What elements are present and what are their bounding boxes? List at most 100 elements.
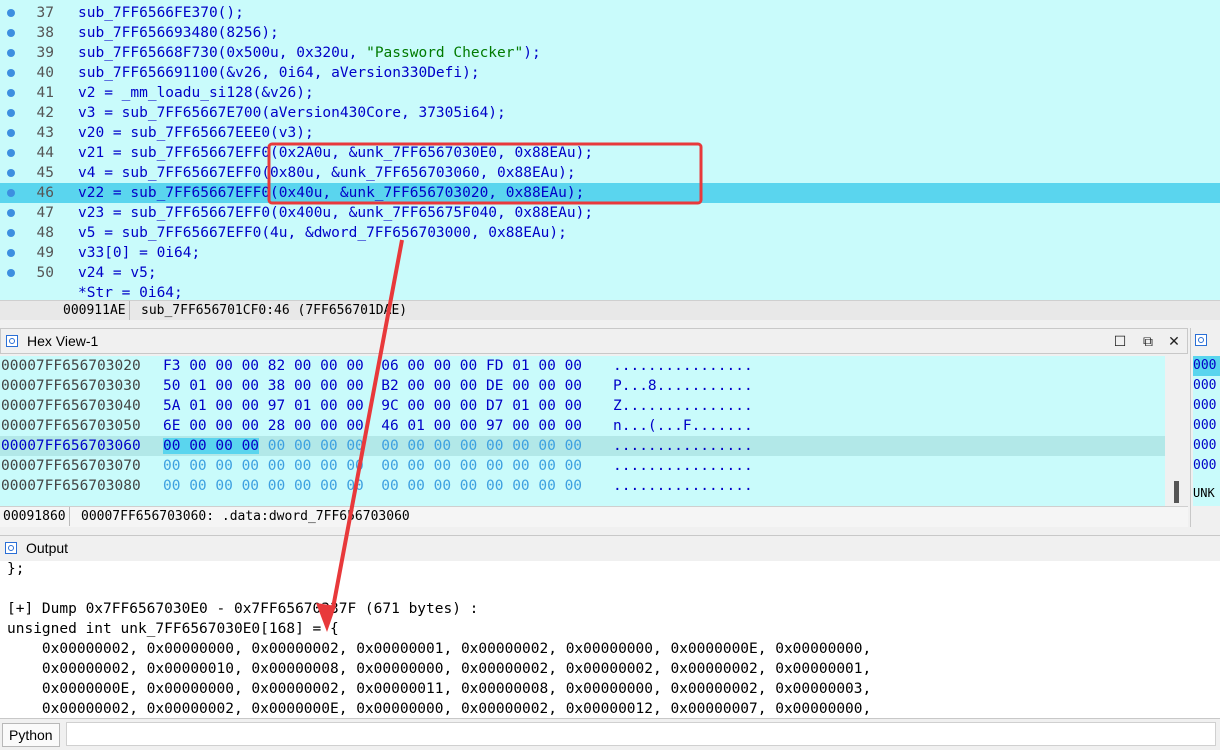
line-number: 42 [36, 105, 54, 121]
breakpoint-dot-icon[interactable] [7, 29, 15, 37]
side-pane-footer: UNK [1193, 486, 1215, 500]
output-tab[interactable]: Output [0, 535, 1220, 562]
line-number: 45 [36, 165, 54, 181]
selected-bytes[interactable]: 00 00 00 00 [163, 438, 260, 454]
code-line[interactable]: 49 v33[0] = 0i64; [0, 243, 1220, 263]
scrollbar-thumb[interactable] [1174, 481, 1179, 503]
line-number: 43 [36, 125, 54, 141]
maximize-icon[interactable]: ☐ [1111, 332, 1129, 350]
breakpoint-dot-icon[interactable] [7, 69, 15, 77]
hex-address: 00007FF656703040 [1, 398, 141, 414]
side-pane-row[interactable]: 000 [1193, 356, 1220, 376]
close-icon[interactable]: ✕ [1165, 332, 1183, 350]
code-line[interactable]: 46 v22 = sub_7FF65667EFF0(0x40u, &unk_7FF… [0, 183, 1220, 203]
hex-dump-area[interactable]: 00007FF656703020 F3 00 00 00 82 00 00 00 … [0, 356, 1165, 506]
hex-bytes[interactable]: 00 00 00 00 00 00 00 00 00 00 00 00 00 0… [163, 456, 582, 476]
code-text: v3 = sub_7FF65667E700(aVersion430Core, 3… [78, 103, 506, 123]
breakpoint-dot-icon[interactable] [7, 109, 15, 117]
hex-address: 00007FF656703020 [1, 358, 141, 374]
code-fragment: sub_7FF656693480(8256); [78, 25, 279, 41]
hex-ascii: n...(...F....... [613, 418, 753, 434]
restore-icon[interactable]: ⧉ [1139, 332, 1157, 350]
hex-view-icon [6, 335, 18, 347]
hex-bytes[interactable]: 6E 00 00 00 28 00 00 00 46 01 00 00 97 0… [163, 416, 582, 436]
hex-address: 00007FF656703050 [1, 418, 141, 434]
side-pane-row[interactable]: 000 [1193, 436, 1220, 456]
output-line: 0x00000002, 0x00000010, 0x00000008, 0x00… [7, 661, 872, 677]
hex-bytes[interactable]: 00 00 00 00 00 00 00 00 00 00 00 00 00 0… [163, 476, 582, 496]
side-pane-icon [1195, 334, 1207, 346]
hex-address: 00007FF656703080 [1, 478, 141, 494]
breakpoint-dot-icon[interactable] [7, 249, 15, 257]
line-number: 49 [36, 245, 54, 261]
code-line[interactable]: 48 v5 = sub_7FF65667EFF0(4u, &dword_7FF65… [0, 223, 1220, 243]
breakpoint-dot-icon[interactable] [7, 229, 15, 237]
code-fragment: v21 = sub_7FF65667EFF0(0x2A0u, &unk_7FF6… [78, 145, 594, 161]
line-number: 37 [36, 5, 54, 21]
code-text: *Str = 0i64; [78, 283, 183, 300]
breakpoint-dot-icon[interactable] [7, 269, 15, 277]
breakpoint-dot-icon[interactable] [7, 189, 15, 197]
side-pane[interactable]: 000 000 000 000 000 000 UNK [1190, 328, 1220, 528]
python-command-input[interactable] [66, 722, 1216, 746]
code-line[interactable]: 43 v20 = sub_7FF65667EEE0(v3); [0, 123, 1220, 143]
side-pane-list[interactable]: 000 000 000 000 000 000 [1193, 356, 1220, 506]
code-fragment: sub_7FF656691100(&v26, 0i64, aVersion330… [78, 65, 480, 81]
hex-row[interactable]: 00007FF656703060 00 00 00 00 00 00 00 00 … [0, 436, 1165, 456]
line-number: 47 [36, 205, 54, 221]
output-title: Output [26, 540, 69, 556]
hex-ascii: P...8........... [613, 378, 753, 394]
python-language-button[interactable]: Python [2, 723, 60, 747]
code-line[interactable]: 42 v3 = sub_7FF65667E700(aVersion430Core,… [0, 103, 1220, 123]
code-line[interactable]: 39 sub_7FF65668F730(0x500u, 0x320u, "Pass… [0, 43, 1220, 63]
breakpoint-dot-icon[interactable] [7, 89, 15, 97]
breakpoint-dot-icon[interactable] [7, 169, 15, 177]
breakpoint-dot-icon[interactable] [7, 149, 15, 157]
hex-view-tab[interactable]: Hex View-1 ☐ ⧉ ✕ [0, 328, 1188, 354]
code-fragment: v22 = sub_7FF65667EFF0(0x40u, &unk_7FF65… [78, 185, 585, 201]
hex-row[interactable]: 00007FF656703080 00 00 00 00 00 00 00 00 … [0, 476, 1165, 496]
hex-bytes[interactable]: 5A 01 00 00 97 01 00 00 9C 00 00 00 D7 0… [163, 396, 582, 416]
code-line[interactable]: 50 v24 = v5; [0, 263, 1220, 283]
line-number: 44 [36, 145, 54, 161]
code-line[interactable]: 37 sub_7FF6566FE370(); [0, 3, 1220, 23]
breakpoint-dot-icon[interactable] [7, 129, 15, 137]
code-line[interactable]: 41 v2 = _mm_loadu_si128(&v26); [0, 83, 1220, 103]
code-fragment: v24 = v5; [78, 265, 157, 281]
breakpoint-dot-icon[interactable] [7, 49, 15, 57]
pseudocode-view[interactable]: 37 sub_7FF6566FE370(); 38 sub_7FF656693480(… [0, 0, 1220, 300]
code-line[interactable]: 45 v4 = sub_7FF65667EFF0(0x80u, &unk_7FF6… [0, 163, 1220, 183]
breakpoint-dot-icon[interactable] [7, 9, 15, 17]
hex-row[interactable]: 00007FF656703030 50 01 00 00 38 00 00 00 … [0, 376, 1165, 396]
hex-bytes[interactable]: 00 00 00 00 00 00 00 00 00 00 00 00 00 0… [163, 436, 582, 456]
hex-row[interactable]: 00007FF656703040 5A 01 00 00 97 01 00 00 … [0, 396, 1165, 416]
code-fragment: sub_7FF6566FE370(); [78, 5, 244, 21]
side-pane-row[interactable]: 000 [1193, 376, 1220, 396]
side-pane-row[interactable]: 000 [1193, 416, 1220, 436]
code-fragment: v33[0] = 0i64; [78, 245, 201, 261]
hex-row[interactable]: 00007FF656703070 00 00 00 00 00 00 00 00 … [0, 456, 1165, 476]
line-number: 40 [36, 65, 54, 81]
hex-bytes[interactable]: F3 00 00 00 82 00 00 00 06 00 00 00 FD 0… [163, 356, 582, 376]
output-console[interactable]: }; [+] Dump 0x7FF6567030E0 - 0x7FF6567033… [0, 561, 1220, 718]
hex-bytes[interactable]: 50 01 00 00 38 00 00 00 B2 00 00 00 DE 0… [163, 376, 582, 396]
code-line[interactable]: 44 v21 = sub_7FF65667EFF0(0x2A0u, &unk_7F… [0, 143, 1220, 163]
code-line[interactable]: 40 sub_7FF656691100(&v26, 0i64, aVersion3… [0, 63, 1220, 83]
side-pane-row[interactable]: 000 [1193, 456, 1220, 476]
code-line[interactable]: 38 sub_7FF656693480(8256); [0, 23, 1220, 43]
code-line[interactable]: 47 v23 = sub_7FF65667EFF0(0x400u, &unk_7F… [0, 203, 1220, 223]
string-literal: "Password Checker" [366, 45, 524, 61]
python-bar: Python [0, 718, 1220, 750]
code-line[interactable]: *Str = 0i64; [0, 283, 1220, 300]
breakpoint-dot-icon[interactable] [7, 209, 15, 217]
code-fragment: *Str = 0i64; [78, 285, 183, 300]
hex-scrollbar[interactable] [1165, 356, 1188, 506]
hex-ascii: Z............... [613, 398, 753, 414]
code-text: sub_7FF6566FE370(); [78, 3, 244, 23]
hex-row[interactable]: 00007FF656703020 F3 00 00 00 82 00 00 00 … [0, 356, 1165, 376]
side-pane-row[interactable]: 000 [1193, 396, 1220, 416]
hex-status-offset: 00091860 [0, 507, 70, 526]
pseudocode-status-offset: 000911AE [60, 301, 130, 320]
code-fragment: sub_7FF65668F730(0x500u, 0x320u, [78, 45, 367, 61]
hex-row[interactable]: 00007FF656703050 6E 00 00 00 28 00 00 00 … [0, 416, 1165, 436]
